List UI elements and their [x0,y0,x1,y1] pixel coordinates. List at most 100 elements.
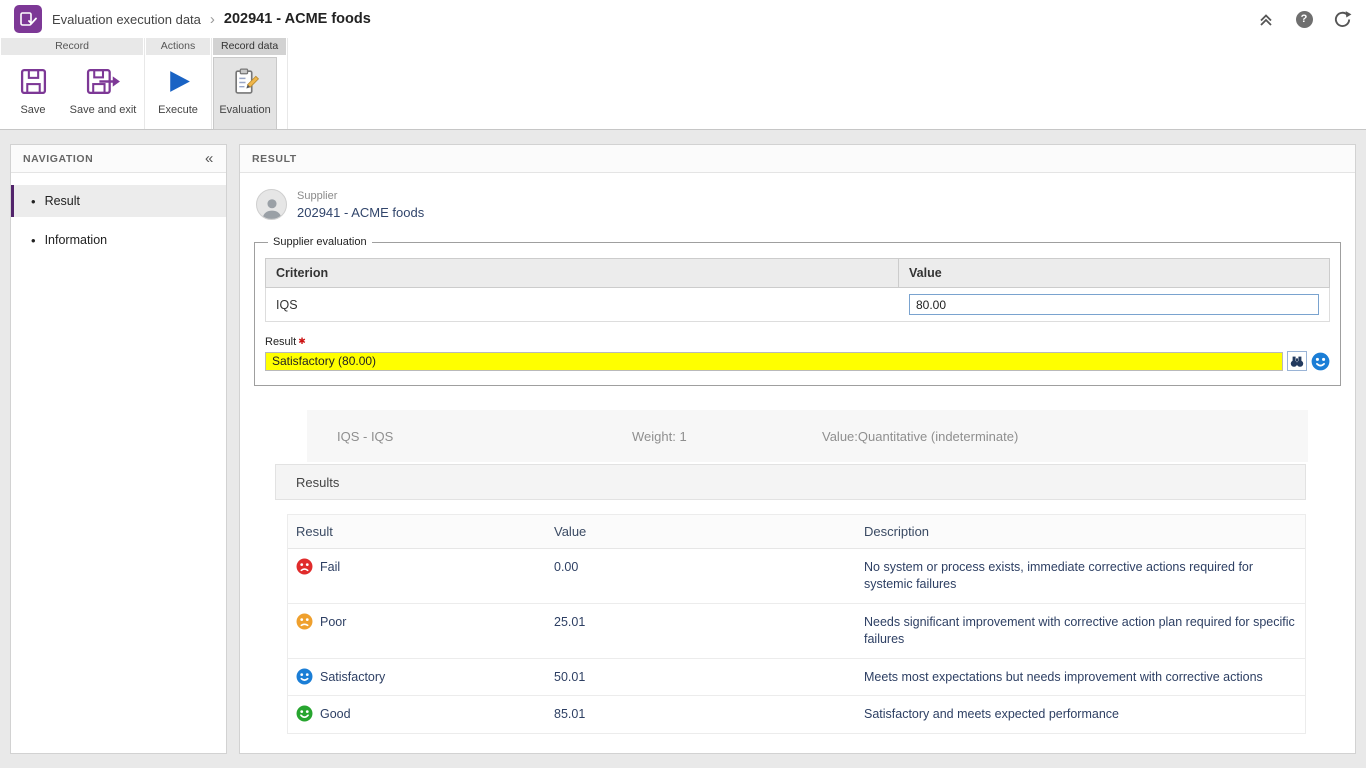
breadcrumb-record-title: 202941 - ACME foods [224,11,371,27]
supplier-evaluation-fieldset: Supplier evaluation Criterion Value IQS … [254,236,1341,386]
results-header-value: Value [546,515,856,548]
value-column-header: Value [899,259,1329,287]
table-row: Fail 0.00 No system or process exists, i… [288,549,1305,604]
execute-button[interactable]: Execute [147,58,209,129]
save-button-label: Save [20,104,45,116]
result-description: Needs significant improvement with corre… [856,604,1305,658]
breadcrumb-separator: › [210,11,215,28]
results-section-title: Results [296,475,339,490]
ribbon-toolbar: Record Save [0,38,1366,130]
navigation-panel: NAVIGATION « • Result • Information [10,144,227,754]
save-floppy-icon [19,63,48,99]
result-cell: Good [288,696,546,733]
topbar-icons: ? [1256,9,1352,29]
supplier-evaluation-legend: Supplier evaluation [268,236,372,248]
result-description: No system or process exists, immediate c… [856,549,1305,603]
result-name: Poor [320,614,346,631]
ribbon-group-actions: Actions Execute [145,38,212,129]
supplier-label: Supplier [297,190,424,202]
results-table-header-row: Result Value Description [288,515,1305,549]
result-name: Fail [320,559,340,576]
result-description: Satisfactory and meets expected performa… [856,696,1305,733]
ribbon-group-record-data: Record data Evaluation [212,38,288,129]
table-row: Poor 25.01 Needs significant improvement… [288,604,1305,659]
good-face-icon [296,705,313,722]
navigation-title: NAVIGATION [23,153,93,165]
bullet-icon: • [31,194,36,209]
result-value: 0.00 [546,549,856,603]
supplier-row: Supplier 202941 - ACME foods [256,189,1341,220]
results-header-result: Result [288,515,546,548]
criterion-name: IQS [266,288,899,321]
lookup-button[interactable] [1287,351,1307,371]
ribbon-group-record: Record Save [0,38,145,129]
criterion-info-name: IQS - IQS [337,429,632,444]
criterion-info-value-type: Value:Quantitative (indeterminate) [822,429,1308,444]
result-panel-header: RESULT [240,145,1355,173]
ribbon-group-actions-label: Actions [146,38,210,55]
criteria-table-row: IQS [265,288,1330,322]
execute-button-label: Execute [158,104,198,116]
nav-item-result-label: Result [45,194,80,208]
save-and-exit-icon [86,63,121,99]
result-name: Good [320,706,351,723]
result-cell: Satisfactory [288,659,546,696]
result-cell: Fail [288,549,546,603]
nav-item-information[interactable]: • Information [11,224,226,256]
execute-play-icon [164,63,193,99]
collapse-panel-icon[interactable]: « [205,150,214,167]
save-and-exit-button[interactable]: Save and exit [64,58,142,129]
nav-item-result[interactable]: • Result [11,185,226,217]
table-row: Satisfactory 50.01 Meets most expectatio… [288,659,1305,697]
breadcrumb: Evaluation execution data › 202941 - ACM… [52,11,371,28]
poor-face-icon [296,613,313,630]
result-panel: RESULT Supplier 202941 - ACME foods Supp… [239,144,1356,754]
supplier-avatar [256,189,287,220]
bullet-icon: • [31,233,36,248]
navigation-list: • Result • Information [11,173,226,275]
help-icon[interactable]: ? [1294,9,1314,29]
result-panel-title: RESULT [252,153,297,165]
ribbon-group-record-data-label: Record data [213,38,286,55]
satisfactory-face-icon [296,668,313,685]
criterion-info-strip: IQS - IQS Weight: 1 Value:Quantitative (… [307,410,1308,462]
result-field-row [265,351,1330,371]
evaluation-button[interactable]: Evaluation [214,58,276,129]
table-row: Good 85.01 Satisfactory and meets expect… [288,696,1305,733]
result-cell: Poor [288,604,546,658]
evaluation-clipboard-icon [231,63,260,99]
result-value: 85.01 [546,696,856,733]
top-bar: Evaluation execution data › 202941 - ACM… [0,0,1366,38]
evaluation-button-label: Evaluation [219,104,270,116]
refresh-icon[interactable] [1332,9,1352,29]
supplier-value: 202941 - ACME foods [297,205,424,220]
collapse-ribbon-icon[interactable] [1256,9,1276,29]
result-field-label: Result [265,336,296,348]
results-header-description: Description [856,515,1305,548]
app-logo-icon[interactable] [14,5,42,33]
nav-item-information-label: Information [45,233,108,247]
criterion-info-weight: Weight: 1 [632,429,822,444]
navigation-panel-header: NAVIGATION « [11,145,226,173]
result-value: 50.01 [546,659,856,696]
save-and-exit-button-label: Save and exit [70,104,137,116]
result-value-input[interactable] [265,352,1283,371]
lookup-binoculars-icon [1290,354,1304,368]
fail-face-icon [296,558,313,575]
ribbon-group-record-label: Record [1,38,143,55]
criterion-value-input[interactable] [909,294,1319,315]
criteria-table-header: Criterion Value [265,258,1330,288]
results-section-header[interactable]: Results [275,464,1306,500]
supplier-info: Supplier 202941 - ACME foods [297,190,424,220]
result-satisfactory-smiley-icon [1311,352,1330,371]
save-button[interactable]: Save [2,58,64,129]
criterion-column-header: Criterion [266,259,899,287]
result-value: 25.01 [546,604,856,658]
result-description: Meets most expectations but needs improv… [856,659,1305,696]
result-name: Satisfactory [320,669,385,686]
result-panel-content: Supplier 202941 - ACME foods Supplier ev… [240,173,1355,753]
breadcrumb-app-link[interactable]: Evaluation execution data [52,12,201,27]
results-table: Result Value Description Fail 0.00 N [287,514,1306,734]
required-marker-icon: ✱ [298,336,306,346]
criterion-value-cell [899,288,1329,321]
